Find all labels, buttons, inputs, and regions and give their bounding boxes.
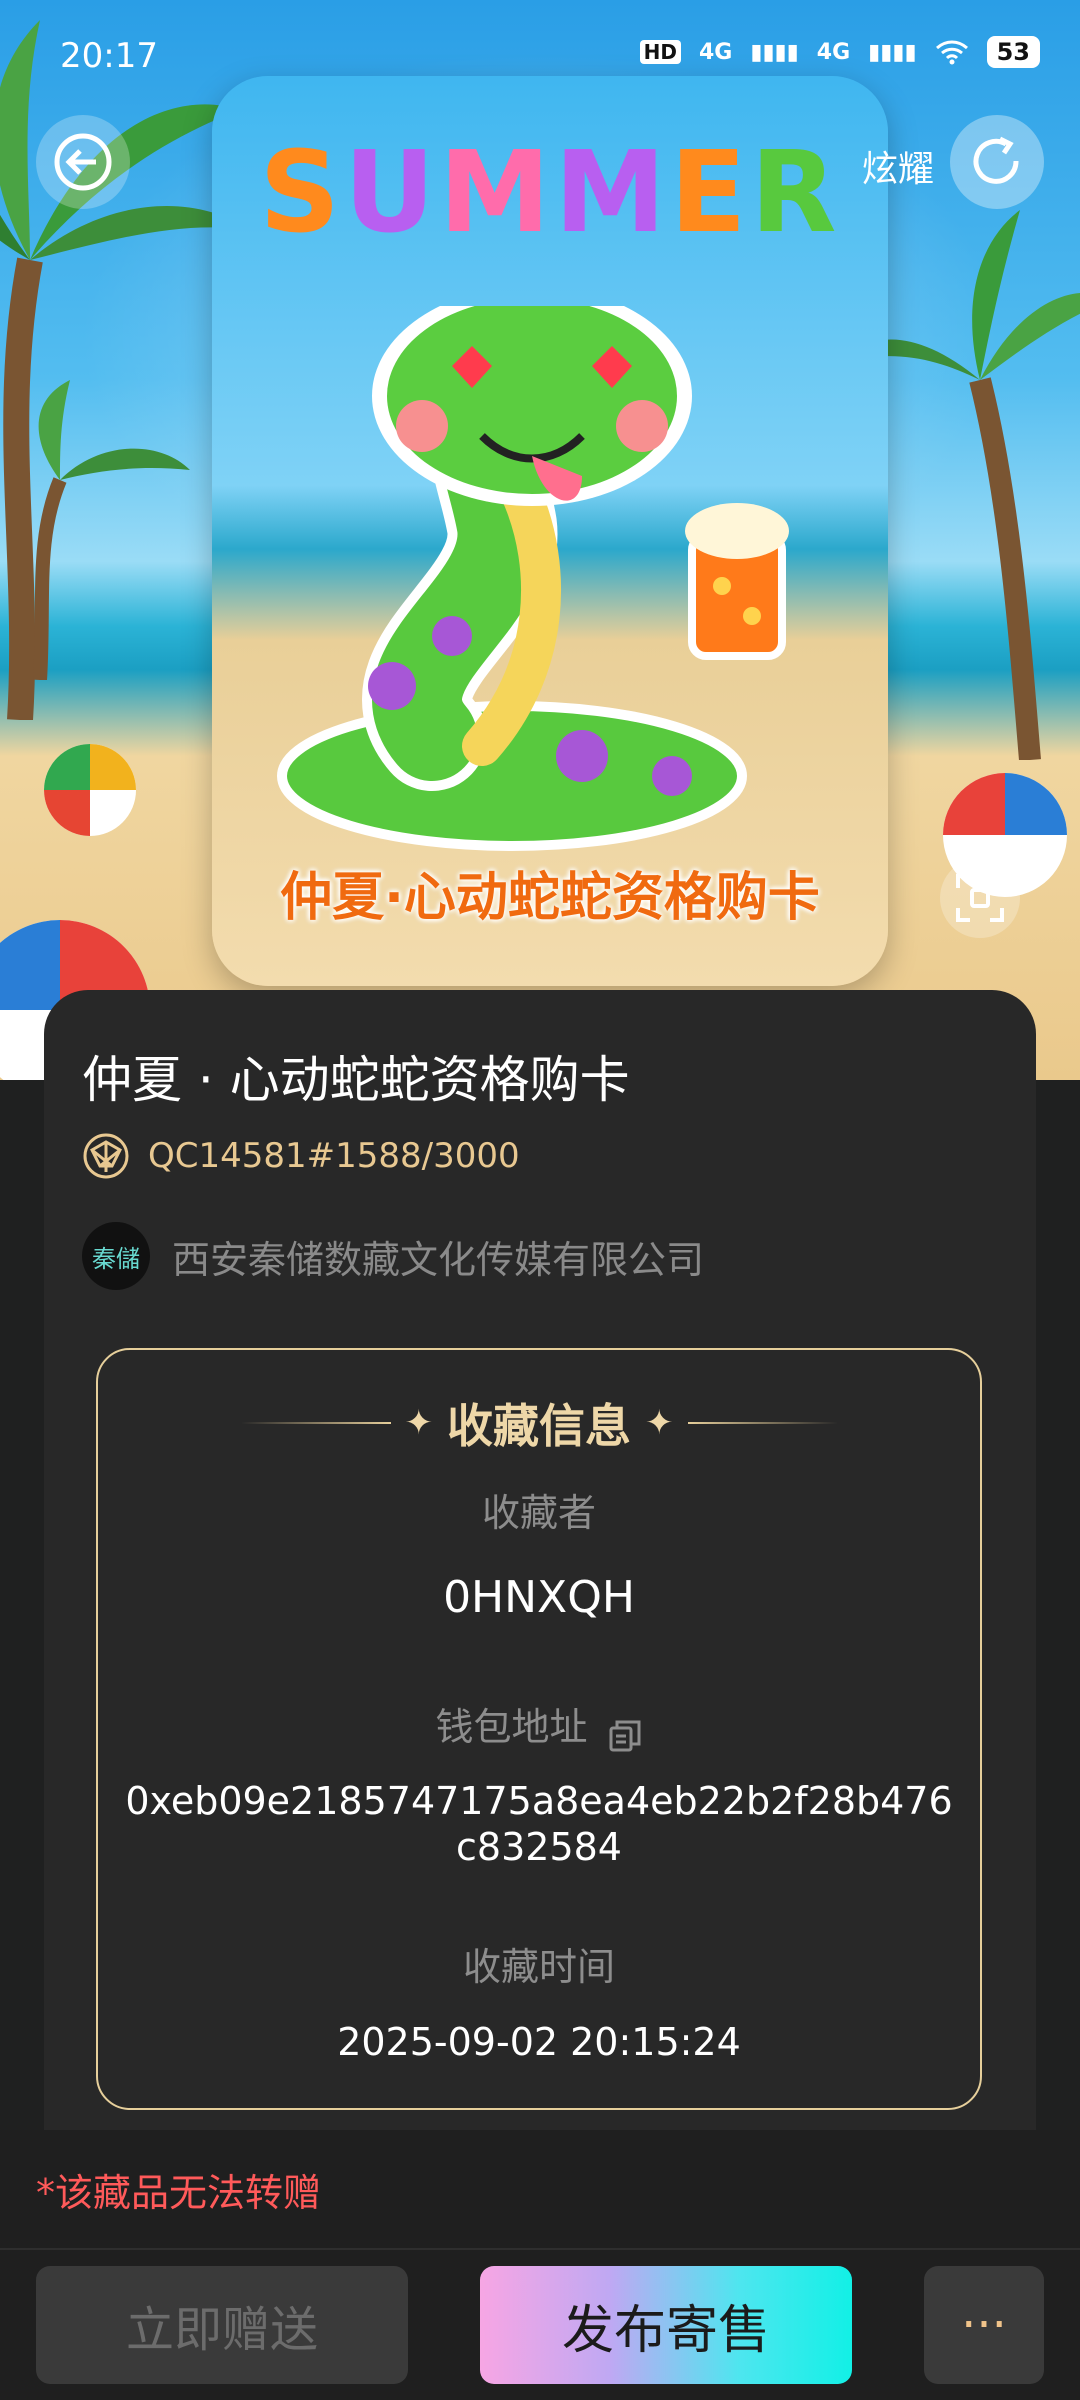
show-off-button[interactable] bbox=[950, 115, 1044, 209]
publish-consignment-button[interactable]: 发布寄售 bbox=[480, 2266, 852, 2384]
summer-letter: E bbox=[669, 128, 751, 258]
collection-info-title: 收藏信息 bbox=[447, 1399, 631, 1453]
issuer-row[interactable]: 秦儲 西安秦储数藏文化传媒有限公司 bbox=[82, 1222, 704, 1290]
serial-number: QC14581#1588/3000 bbox=[148, 1136, 520, 1176]
signal-icon: ▮▮▮▮ bbox=[750, 39, 799, 65]
summer-letter: S bbox=[259, 128, 345, 258]
palm-tree-right bbox=[860, 210, 1080, 760]
sparkle-icon: ✦ bbox=[404, 1403, 434, 1443]
more-options-button[interactable]: ··· bbox=[924, 2266, 1044, 2384]
collection-info-box: ✦ 收藏信息 ✦ 收藏者 0HNXQH 钱包地址 0xeb09e21857471… bbox=[96, 1348, 982, 2110]
back-button[interactable] bbox=[36, 115, 130, 209]
owner-value: 0HNXQH bbox=[443, 1572, 635, 1623]
item-title: 仲夏 · 心动蛇蛇资格购卡 bbox=[82, 1051, 630, 1109]
summer-headline: SUMMER bbox=[212, 128, 888, 258]
collect-time-label: 收藏时间 bbox=[462, 1945, 615, 1989]
network-indicator: 4G bbox=[698, 39, 733, 65]
status-time: 20:17 bbox=[60, 36, 158, 76]
signal-icon: ▮▮▮▮ bbox=[868, 39, 917, 65]
status-icons: HD 4G ▮▮▮▮ 4G ▮▮▮▮ 53 bbox=[639, 36, 1040, 68]
wallet-address: 0xeb09e2185747175a8ea4eb22b2f28b476 c832… bbox=[98, 1778, 980, 1870]
summer-letter: R bbox=[750, 128, 841, 258]
beach-ball-left bbox=[44, 744, 136, 836]
collect-time-value: 2025-09-02 20:15:24 bbox=[337, 2020, 741, 2064]
serial-row: QC14581#1588/3000 bbox=[82, 1132, 520, 1180]
heading-divider-left bbox=[240, 1422, 391, 1424]
transfer-warning: *该藏品无法转赠 bbox=[36, 2171, 322, 2215]
share-icon bbox=[973, 136, 1019, 184]
chain-badge-icon bbox=[83, 1133, 129, 1179]
wallet-address-line: c832584 bbox=[456, 1825, 622, 1869]
summer-letter: M bbox=[554, 128, 670, 258]
issuer-name: 西安秦储数藏文化传媒有限公司 bbox=[172, 1237, 705, 1282]
collectible-card-image[interactable]: SUMMER 仲夏·心动蛇蛇资格购卡 bbox=[212, 76, 888, 986]
gift-now-button[interactable]: 立即赠送 bbox=[36, 2266, 408, 2384]
card-title-overlay: 仲夏·心动蛇蛇资格购卡 bbox=[280, 868, 820, 928]
summer-letter: M bbox=[438, 128, 555, 258]
copy-icon[interactable] bbox=[607, 1718, 643, 1754]
expand-image-button[interactable] bbox=[940, 858, 1020, 938]
network-indicator: 4G bbox=[816, 39, 851, 65]
snake-mascot-illustration bbox=[277, 306, 789, 851]
wallet-address-line: 0xeb09e2185747175a8ea4eb22b2f28b476 bbox=[125, 1779, 953, 1823]
owner-label: 收藏者 bbox=[481, 1491, 596, 1535]
show-off-label[interactable]: 炫耀 bbox=[862, 140, 934, 192]
issuer-logo-text: 秦儲 bbox=[92, 1244, 140, 1273]
palm-tree-left-small bbox=[33, 380, 190, 680]
footer-divider bbox=[0, 2248, 1080, 2250]
wifi-icon bbox=[935, 40, 968, 65]
collection-info-heading: ✦ 收藏信息 ✦ bbox=[98, 1390, 980, 1456]
issuer-logo: 秦儲 bbox=[82, 1222, 150, 1290]
status-bar: 20:17 HD 4G ▮▮▮▮ 4G ▮▮▮▮ 53 bbox=[0, 30, 1080, 80]
heading-divider-right bbox=[687, 1422, 838, 1424]
expand-icon bbox=[956, 874, 1004, 922]
summer-letter: U bbox=[344, 128, 439, 258]
battery-indicator: 53 bbox=[986, 36, 1040, 68]
back-arrow-icon bbox=[54, 133, 112, 191]
wallet-label-row: 钱包地址 bbox=[98, 1696, 980, 1754]
wallet-label: 钱包地址 bbox=[435, 1705, 588, 1749]
sparkle-icon: ✦ bbox=[645, 1403, 674, 1443]
hd-badge: HD bbox=[639, 40, 681, 64]
